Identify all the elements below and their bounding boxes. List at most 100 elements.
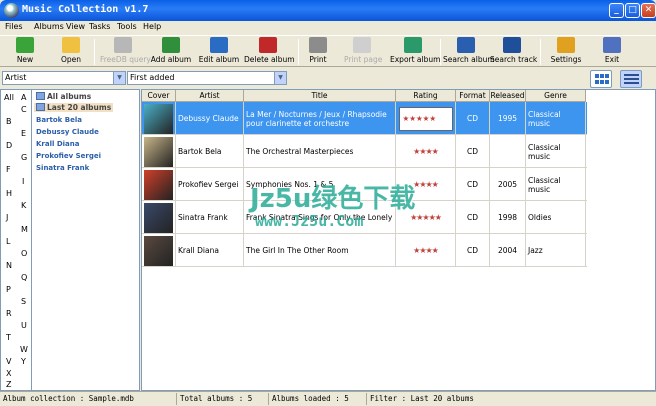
thumbnail-view-button[interactable] — [590, 70, 612, 88]
album-grid: Cover Artist Title Rating Format Release… — [141, 89, 656, 391]
search-album-button[interactable]: Search album — [443, 37, 495, 67]
delete-album-button[interactable]: Delete album — [244, 37, 295, 67]
freedb-query-button[interactable]: FreeDB query — [100, 37, 151, 67]
new-button[interactable]: New — [8, 37, 42, 67]
letter-h[interactable]: H — [6, 189, 12, 198]
letter-r[interactable]: R — [6, 309, 12, 318]
letter-b[interactable]: B — [6, 117, 12, 126]
cell-artist: Prokofiev Sergei — [176, 168, 244, 201]
letter-e[interactable]: E — [21, 129, 26, 138]
print-page-button[interactable]: Print page — [344, 37, 382, 67]
letter-all[interactable]: All — [4, 93, 14, 102]
status-total: Total albums : 5 — [180, 394, 253, 403]
letter-f[interactable]: F — [6, 165, 11, 174]
add-album-button[interactable]: Add album — [150, 37, 192, 67]
cell-title: La Mer / Nocturnes / Jeux / Rhapsodie po… — [244, 102, 396, 135]
search-track-button[interactable]: Search track — [490, 37, 537, 67]
minimize-button[interactable]: _ — [609, 3, 624, 18]
letter-q[interactable]: Q — [21, 273, 27, 282]
group-by-select[interactable]: Artist ▼ — [2, 71, 126, 85]
rating-stars[interactable]: ★★★★★ — [398, 106, 453, 131]
new-icon — [16, 37, 34, 53]
letter-w[interactable]: W — [20, 345, 28, 354]
menu-tasks[interactable]: Tasks — [89, 22, 110, 31]
letter-u[interactable]: U — [21, 321, 27, 330]
tree-all-albums[interactable]: All albums — [36, 92, 91, 101]
export-album-button[interactable]: Export album — [390, 37, 440, 67]
table-row[interactable]: Krall Diana The Girl In The Other Room ★★★… — [142, 234, 587, 267]
letter-j[interactable]: J — [6, 213, 8, 222]
status-filter: Filter : Last 20 albums — [370, 394, 474, 403]
letter-x[interactable]: X — [6, 369, 11, 378]
letter-y[interactable]: Y — [21, 357, 26, 366]
sort-by-select[interactable]: First added ▼ — [127, 71, 287, 85]
letter-s[interactable]: S — [21, 297, 26, 306]
rating-stars: ★★★★ — [413, 180, 439, 189]
column-header-released[interactable]: Released — [490, 90, 526, 102]
letter-z[interactable]: Z — [6, 380, 11, 389]
rating-stars: ★★★★ — [413, 246, 439, 255]
column-header-cover[interactable]: Cover — [142, 90, 176, 102]
album-tree: All albums Last 20 albums Bartok Bela De… — [32, 89, 140, 391]
cell-genre: Classical music — [526, 135, 586, 168]
table-row[interactable]: Debussy Claude La Mer / Nocturnes / Jeux … — [142, 102, 587, 135]
cell-rating: ★★★★ — [396, 135, 456, 168]
close-button[interactable]: ✕ — [641, 3, 656, 18]
letter-n[interactable]: N — [6, 261, 12, 270]
letter-c[interactable]: C — [21, 105, 27, 114]
cell-format: CD — [456, 234, 490, 267]
cell-genre: Classical music — [526, 168, 586, 201]
letter-p[interactable]: P — [6, 285, 11, 294]
export-album-icon — [404, 37, 422, 53]
maximize-button[interactable]: □ — [625, 3, 640, 18]
list-view-button[interactable] — [620, 70, 642, 88]
menu-albums[interactable]: Albums — [34, 22, 64, 31]
tree-artist-sinatra[interactable]: Sinatra Frank — [36, 164, 89, 172]
edit-album-button[interactable]: Edit album — [198, 37, 240, 67]
table-row[interactable]: Bartok Bela The Orchestral Masterpieces ★★… — [142, 135, 587, 168]
tree-artist-bartok[interactable]: Bartok Bela — [36, 116, 82, 124]
grid-view-icon — [595, 74, 609, 84]
letter-l[interactable]: L — [6, 237, 10, 246]
tree-artist-debussy[interactable]: Debussy Claude — [36, 128, 99, 136]
print-button[interactable]: Print — [304, 37, 332, 67]
tree-last-20-albums[interactable]: Last 20 albums — [34, 103, 114, 112]
chevron-down-icon[interactable]: ▼ — [274, 72, 286, 84]
folder-icon — [36, 92, 45, 100]
letter-a[interactable]: A — [21, 93, 26, 102]
letter-o[interactable]: O — [21, 249, 27, 258]
menu-help[interactable]: Help — [143, 22, 161, 31]
tree-artist-krall[interactable]: Krall Diana — [36, 140, 79, 148]
list-view-icon — [624, 74, 639, 84]
column-header-title[interactable]: Title — [244, 90, 396, 102]
watermark-url: www.Jz5u.Com — [255, 212, 364, 230]
exit-button[interactable]: Exit — [600, 37, 624, 67]
column-header-format[interactable]: Format — [456, 90, 490, 102]
letter-k[interactable]: K — [21, 201, 26, 210]
cell-artist: Sinatra Frank — [176, 201, 244, 234]
column-header-genre[interactable]: Genre — [526, 90, 586, 102]
letter-m[interactable]: M — [21, 225, 28, 234]
column-header-artist[interactable]: Artist — [176, 90, 244, 102]
settings-button[interactable]: Settings — [550, 37, 582, 67]
letter-t[interactable]: T — [6, 333, 11, 342]
menu-view[interactable]: View — [66, 22, 85, 31]
letter-d[interactable]: D — [6, 141, 12, 150]
tree-artist-prokofiev[interactable]: Prokofiev Sergei — [36, 152, 101, 160]
column-header-rating[interactable]: Rating — [396, 90, 456, 102]
cell-artist: Debussy Claude — [176, 102, 244, 135]
chevron-down-icon[interactable]: ▼ — [113, 72, 125, 84]
group-by-value: Artist — [5, 73, 27, 82]
cell-format: CD — [456, 135, 490, 168]
letter-g[interactable]: G — [21, 153, 27, 162]
status-loaded: Albums loaded : 5 — [272, 394, 349, 403]
toolbar: New Open FreeDB query Add album Edit alb… — [0, 35, 656, 67]
letter-v[interactable]: V — [6, 357, 11, 366]
letter-i[interactable]: I — [22, 177, 24, 186]
menu-files[interactable]: Files — [5, 22, 23, 31]
menu-tools[interactable]: Tools — [117, 22, 137, 31]
letter-index: All B D F H J L N P R T V X Z A C E G I … — [0, 89, 32, 391]
open-button[interactable]: Open — [54, 37, 88, 67]
toolbar-separator — [94, 39, 95, 65]
print-page-icon — [353, 37, 371, 53]
